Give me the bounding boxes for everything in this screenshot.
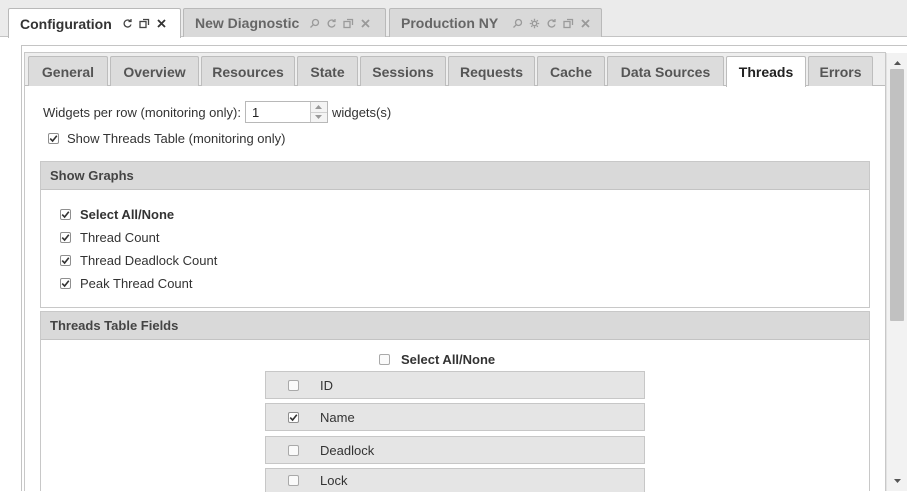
field-deadlock-label: Deadlock — [320, 442, 375, 458]
widgets-per-row: Widgets per row (monitoring only): widge… — [43, 100, 391, 124]
checkmark-icon — [61, 280, 70, 288]
scrollbar-thumb[interactable] — [890, 69, 904, 321]
thread-deadlock-count-label: Thread Deadlock Count — [80, 253, 218, 268]
vertical-scrollbar[interactable] — [886, 53, 907, 491]
doc-tab-title: New Diagnostic — [195, 15, 300, 31]
field-row-id[interactable]: ID — [265, 371, 645, 399]
field-row-deadlock[interactable]: Deadlock — [265, 436, 645, 464]
tab-cache[interactable]: Cache — [537, 56, 605, 86]
graph-option-thread-count[interactable]: Thread Count — [60, 230, 160, 245]
doc-tab-new-diagnostic[interactable]: New Diagnostic — [183, 8, 386, 37]
show-threads-table-checkbox[interactable] — [48, 132, 59, 144]
tab-errors[interactable]: Errors — [808, 56, 873, 86]
decrement-button[interactable] — [310, 111, 327, 122]
field-deadlock-checkbox[interactable] — [288, 444, 299, 456]
popout-icon[interactable] — [139, 18, 150, 29]
field-name-checkbox[interactable] — [288, 411, 299, 423]
tab-threads[interactable]: Threads — [726, 56, 806, 87]
close-icon[interactable] — [156, 18, 167, 29]
checkmark-icon — [61, 234, 70, 242]
search-icon[interactable] — [512, 18, 523, 29]
refresh-icon[interactable] — [122, 18, 133, 29]
refresh-icon[interactable] — [546, 18, 557, 29]
widgets-suffix: widgets(s) — [331, 104, 392, 120]
widgets-label: Widgets per row (monitoring only): — [43, 104, 241, 120]
sub-tab-bar: General Overview Resources State Session… — [25, 53, 885, 87]
tab-sessions[interactable]: Sessions — [360, 56, 446, 86]
field-row-lock[interactable]: Lock — [265, 468, 645, 492]
tab-requests[interactable]: Requests — [448, 56, 535, 86]
field-lock-label: Lock — [320, 473, 348, 488]
refresh-icon[interactable] — [326, 18, 337, 29]
widgets-input[interactable] — [245, 102, 310, 122]
fields-select-all-label: Select All/None — [401, 352, 496, 367]
graphs-select-all-checkbox[interactable] — [60, 209, 71, 220]
document-tab-bar: Configuration New Diagnostic Production … — [0, 0, 907, 38]
tab-overview[interactable]: Overview — [110, 56, 199, 86]
popout-icon[interactable] — [563, 18, 574, 29]
gear-icon[interactable] — [529, 18, 540, 29]
show-graphs-section: Show Graphs Select All/None Thread Count… — [40, 161, 870, 308]
graph-option-peak-thread-count[interactable]: Peak Thread Count — [60, 276, 193, 291]
doc-tab-title: Production NY — [401, 15, 499, 31]
tab-data-sources[interactable]: Data Sources — [607, 56, 724, 86]
field-name-label: Name — [320, 409, 355, 425]
field-id-label: ID — [320, 377, 333, 393]
increment-button[interactable] — [310, 102, 327, 112]
graph-option-thread-deadlock-count[interactable]: Thread Deadlock Count — [60, 253, 217, 268]
thread-count-checkbox[interactable] — [60, 232, 71, 243]
close-icon[interactable] — [360, 18, 371, 29]
close-icon[interactable] — [580, 18, 591, 29]
tab-general[interactable]: General — [28, 56, 108, 86]
chevron-down-icon — [315, 115, 323, 120]
peak-thread-count-label: Peak Thread Count — [80, 276, 193, 291]
graphs-select-all[interactable]: Select All/None — [60, 207, 174, 222]
field-lock-checkbox[interactable] — [288, 475, 299, 486]
widgets-stepper[interactable] — [244, 101, 328, 123]
doc-tab-configuration[interactable]: Configuration — [8, 8, 181, 38]
search-icon[interactable] — [309, 18, 320, 29]
triangle-down-icon — [893, 479, 901, 483]
fields-select-all-checkbox[interactable] — [379, 354, 390, 365]
field-row-name[interactable]: Name — [265, 403, 645, 431]
thread-count-label: Thread Count — [80, 230, 160, 245]
tab-resources[interactable]: Resources — [201, 56, 295, 86]
field-id-checkbox[interactable] — [288, 379, 299, 391]
tab-state[interactable]: State — [297, 56, 358, 86]
thread-deadlock-count-checkbox[interactable] — [60, 255, 71, 266]
doc-tab-title: Configuration — [20, 15, 112, 32]
checkmark-icon — [49, 134, 58, 142]
threads-table-fields-section: Threads Table Fields Select All/None ID … — [40, 311, 870, 492]
popout-icon[interactable] — [343, 18, 354, 29]
scroll-down-button[interactable] — [887, 473, 907, 489]
checkmark-icon — [61, 257, 70, 265]
show-graphs-header: Show Graphs — [41, 162, 869, 190]
chevron-up-icon — [315, 104, 323, 109]
graphs-select-all-label: Select All/None — [80, 207, 175, 222]
triangle-up-icon — [893, 61, 901, 65]
doc-tab-production-ny[interactable]: Production NY — [389, 8, 602, 37]
checkmark-icon — [289, 413, 298, 421]
threads-table-fields-header: Threads Table Fields — [41, 312, 869, 340]
show-threads-table-label: Show Threads Table (monitoring only) — [67, 130, 286, 146]
fields-select-all[interactable]: Select All/None — [379, 352, 495, 367]
checkmark-icon — [61, 211, 70, 219]
peak-thread-count-checkbox[interactable] — [60, 278, 71, 289]
show-threads-table-option[interactable]: Show Threads Table (monitoring only) — [48, 130, 285, 146]
